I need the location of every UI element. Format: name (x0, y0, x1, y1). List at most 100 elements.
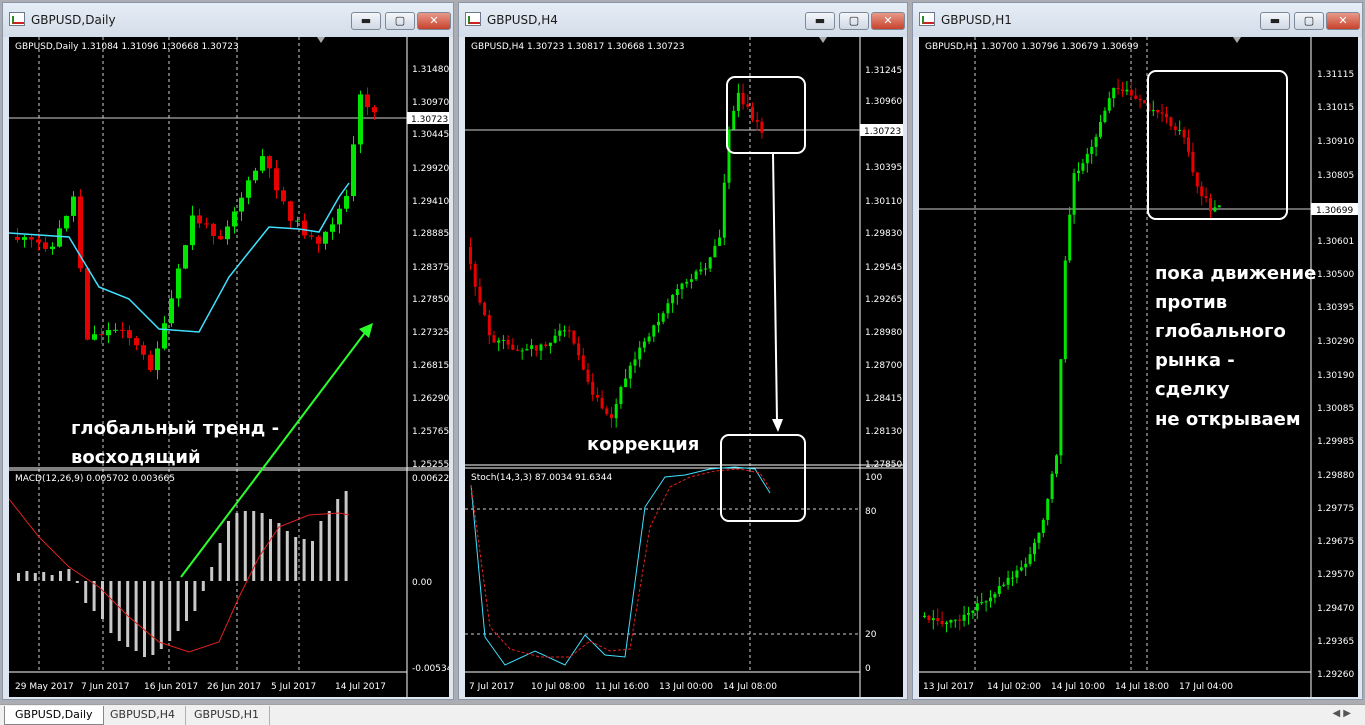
svg-text:не открываем: не открываем (1155, 409, 1301, 430)
macd-bar (92, 581, 96, 611)
svg-text:1.29260: 1.29260 (1317, 670, 1354, 680)
candle-body (953, 619, 957, 621)
close-button[interactable]: ✕ (1326, 12, 1360, 30)
candle-body (962, 614, 966, 621)
svg-text:1.30805: 1.30805 (1317, 171, 1354, 181)
candle-body (1063, 260, 1067, 360)
minimize-button[interactable]: ▬ (1260, 12, 1290, 30)
svg-text:1.30085: 1.30085 (1317, 404, 1354, 414)
maximize-button[interactable]: ▢ (1294, 12, 1324, 30)
candle-body (309, 235, 314, 237)
macd-bar (134, 581, 138, 651)
candle-body (718, 237, 722, 246)
grid (38, 37, 300, 672)
macd-bar (176, 581, 180, 631)
shift-marker-icon[interactable] (317, 37, 325, 43)
candle-body (43, 242, 48, 249)
candle-body (1072, 173, 1076, 215)
macd-bar (117, 581, 121, 641)
candle-body (1107, 98, 1111, 111)
window-title: GBPUSD,H1 (941, 13, 1012, 27)
candle-body (295, 220, 300, 222)
svg-text:1.26290: 1.26290 (412, 394, 449, 404)
macd-bar (185, 581, 188, 621)
tab-gbpusd-h4[interactable]: GBPUSD,H4 (100, 706, 186, 725)
title-bar[interactable]: GBPUSD,Daily ▬ ▢ ✕ (3, 3, 453, 37)
candle-body (183, 245, 188, 269)
candle-body (1160, 112, 1164, 114)
shift-marker-icon[interactable] (819, 37, 827, 43)
chart-area[interactable]: GBPUSD,H4 1.30723 1.30817 1.30668 1.3072… (465, 37, 903, 697)
candle-body (936, 618, 940, 621)
candle-body (1085, 153, 1089, 164)
chart-window-h1[interactable]: GBPUSD,H1 ▬ ▢ ✕ GBPUSD,H1 1.30700 1.3079… (912, 2, 1363, 700)
macd-bar (50, 575, 54, 581)
macd-bar (302, 539, 306, 581)
title-bar[interactable]: GBPUSD,H1 ▬ ▢ ✕ (913, 3, 1362, 37)
svg-text:26 Jun 2017: 26 Jun 2017 (207, 682, 261, 692)
candle-body (1011, 577, 1014, 579)
candle-body (330, 224, 335, 232)
indicator-labels: 0.006228 0.00 -0.005347 (412, 474, 458, 674)
candle-body (232, 211, 237, 227)
annotation-line-1: глобальный тренд - (71, 418, 279, 439)
chart-window-h4[interactable]: GBPUSD,H4 ▬ ▢ ✕ GBPUSD,H4 1.30723 1.3081… (458, 2, 908, 700)
svg-text:14 Jul 18:00: 14 Jul 18:00 (1115, 682, 1169, 692)
svg-text:7 Jun 2017: 7 Jun 2017 (81, 682, 129, 692)
highlight-box-bottom (720, 434, 806, 522)
candle-body (71, 196, 76, 216)
candle-body (563, 330, 566, 332)
tab-gbpusd-h1[interactable]: GBPUSD,H1 (184, 706, 270, 725)
svg-text:5 Jul 2017: 5 Jul 2017 (271, 682, 316, 692)
candle-body (642, 341, 646, 348)
close-button[interactable]: ✕ (871, 12, 905, 30)
candle-body (1077, 170, 1080, 174)
candle-body (666, 303, 670, 314)
maximize-button[interactable]: ▢ (385, 12, 415, 30)
close-button[interactable]: ✕ (417, 12, 451, 30)
macd-bar (59, 571, 62, 581)
maximize-button[interactable]: ▢ (839, 12, 869, 30)
candle-body (106, 329, 111, 336)
macd-bar (235, 513, 239, 581)
svg-text:14 Jul 10:00: 14 Jul 10:00 (1051, 682, 1105, 692)
tab-gbpusd-daily[interactable]: GBPUSD,Daily (4, 706, 104, 725)
macd-bar (101, 581, 104, 619)
macd-bar (201, 581, 205, 591)
svg-text:1.28375: 1.28375 (412, 263, 449, 273)
candle-body (1033, 542, 1036, 555)
title-bar[interactable]: GBPUSD,H4 ▬ ▢ ✕ (459, 3, 907, 37)
minimize-button[interactable]: ▬ (805, 12, 835, 30)
indicator-labels: 100 80 20 0 (865, 473, 882, 674)
chart-area[interactable]: GBPUSD,H1 1.30700 1.30796 1.30679 1.3069… (919, 37, 1358, 697)
candle-body (572, 330, 576, 344)
candle-body (473, 263, 477, 287)
chart-window-daily[interactable]: GBPUSD,Daily ▬ ▢ ✕ GBPUSD,Daily 1.31084 … (2, 2, 458, 700)
candle-body (1173, 126, 1177, 130)
candle-body (923, 615, 926, 617)
candle-body (567, 330, 571, 332)
chart-svg[interactable]: GBPUSD,H4 1.30723 1.30817 1.30668 1.3072… (465, 37, 903, 697)
svg-text:1.28885: 1.28885 (412, 229, 449, 239)
svg-text:1.29985: 1.29985 (1317, 437, 1354, 447)
shift-marker-icon[interactable] (1233, 37, 1241, 43)
candle-body (50, 246, 55, 249)
date-labels: 7 Jul 2017 10 Jul 08:00 11 Jul 16:00 13 … (469, 682, 777, 692)
chart-svg[interactable]: GBPUSD,H1 1.30700 1.30796 1.30679 1.3069… (919, 37, 1358, 697)
candle-body (1050, 473, 1054, 500)
candle-body (176, 268, 181, 299)
candle-body (120, 329, 125, 331)
candle-body (1151, 110, 1155, 112)
minimize-button[interactable]: ▬ (351, 12, 381, 30)
svg-text:1.30395: 1.30395 (1317, 303, 1354, 313)
candle-body (246, 180, 251, 198)
candle-body (302, 220, 307, 236)
tab-scroll-arrows-icon[interactable]: ◀ ▶ (1332, 708, 1351, 719)
chart-svg[interactable]: GBPUSD,Daily 1.31084 1.31096 1.30668 1.3… (8, 37, 458, 697)
macd-bar (210, 567, 214, 581)
candle-body (661, 313, 665, 322)
chart-area[interactable]: GBPUSD,Daily 1.31084 1.31096 1.30668 1.3… (8, 37, 458, 697)
candle-body (1191, 151, 1195, 173)
macd-bar (294, 537, 298, 581)
candle-body (351, 144, 356, 197)
